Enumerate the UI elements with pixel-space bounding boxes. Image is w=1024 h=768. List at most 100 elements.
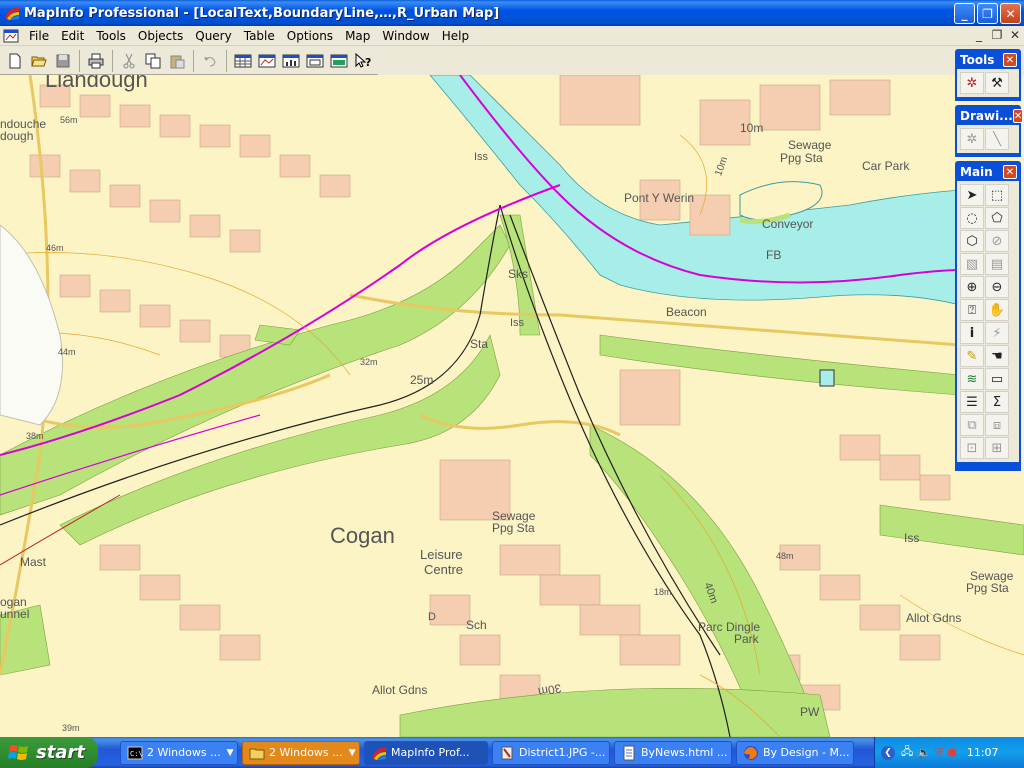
unselect-all-button[interactable]: ⊘	[985, 230, 1009, 252]
zoom-out-button[interactable]: ⊖	[985, 276, 1009, 298]
drag-map-button[interactable]: ⊞	[985, 437, 1009, 459]
svg-text:C:\: C:\	[130, 750, 143, 758]
invert-selection-icon: ▧	[965, 256, 979, 272]
tray-expand-icon[interactable]: ❮	[881, 745, 895, 760]
polygon-select-button[interactable]: ⬠	[985, 207, 1009, 229]
layer-control-button[interactable]: ≋	[960, 368, 984, 390]
tools-palette[interactable]: Tools ✕ ✲ ⚒	[955, 49, 1021, 101]
task-firefox-bydesign[interactable]: By Design - M...	[736, 740, 854, 765]
speaker-icon[interactable]: 🔈	[917, 746, 931, 759]
maximize-button[interactable]: ❐	[977, 3, 998, 24]
mdi-restore-button[interactable]: ❐	[990, 28, 1004, 42]
clock[interactable]: 11:07	[967, 746, 999, 759]
label-25m: 25m	[410, 373, 434, 387]
boundary-select-button[interactable]: ⬡	[960, 230, 984, 252]
zoom-in-button[interactable]: ⊕	[960, 276, 984, 298]
security-icon[interactable]: ⬢	[947, 746, 957, 759]
menu-query[interactable]: Query	[189, 29, 237, 43]
new-layout-button[interactable]	[304, 50, 326, 72]
drag-window-button[interactable]: ☚	[985, 345, 1009, 367]
menu-objects[interactable]: Objects	[132, 29, 189, 43]
print-button[interactable]	[85, 50, 107, 72]
symbol-tool-button[interactable]: ✲	[960, 128, 984, 150]
grabber-button[interactable]: ✋	[985, 299, 1009, 321]
show-legend-button[interactable]: ☰	[960, 391, 984, 413]
network-icon[interactable]: 🖧	[901, 743, 913, 762]
help-pointer-button[interactable]: ?	[352, 50, 374, 72]
marquee-select-button[interactable]: ⬚	[985, 184, 1009, 206]
graph-select-button[interactable]: ▤	[985, 253, 1009, 275]
new-redistricter-button[interactable]	[328, 50, 350, 72]
label-sks: Sks	[508, 267, 529, 281]
info-tool-button[interactable]: i	[960, 322, 984, 344]
menu-map[interactable]: Map	[339, 29, 376, 43]
radius-select-button[interactable]: ◌	[960, 207, 984, 229]
open-button[interactable]	[28, 50, 50, 72]
set-target-district-button[interactable]: ⧉	[960, 414, 984, 436]
line-tool-button[interactable]: ╲	[985, 128, 1009, 150]
chevron-down-icon: ▼	[226, 747, 234, 758]
task-label: ByNews.html ...	[641, 746, 728, 759]
change-view-icon: ⍰	[968, 302, 976, 318]
new-browser-button[interactable]	[232, 50, 254, 72]
select-tool-button[interactable]: ➤	[960, 184, 984, 206]
map-document-icon[interactable]	[3, 28, 19, 44]
cut-button[interactable]	[118, 50, 140, 72]
main-palette-header[interactable]: Main ✕	[957, 163, 1019, 181]
menu-options[interactable]: Options	[281, 29, 339, 43]
menu-edit[interactable]: Edit	[55, 29, 90, 43]
hotlink-button[interactable]: ⚡	[985, 322, 1009, 344]
run-tool-button[interactable]: ✲	[960, 72, 984, 94]
menu-file[interactable]: File	[23, 29, 55, 43]
task-explorer-windows[interactable]: 2 Windows ... ▼	[242, 740, 360, 765]
tools-palette-close-button[interactable]: ✕	[1003, 53, 1017, 67]
drawing-palette-close-button[interactable]: ✕	[1012, 109, 1024, 123]
new-grapher-button[interactable]	[280, 50, 302, 72]
new-redistricter-icon	[330, 54, 348, 67]
start-button[interactable]: start	[0, 737, 98, 768]
save-button[interactable]	[52, 50, 74, 72]
statistics-button[interactable]: Σ	[985, 391, 1009, 413]
drawing-palette[interactable]: Drawi... ✕ ✲ ╲	[955, 105, 1024, 157]
menu-table[interactable]: Table	[238, 29, 281, 43]
label-44m: 44m	[58, 347, 76, 357]
drawing-palette-header[interactable]: Drawi... ✕	[957, 107, 1024, 125]
main-palette[interactable]: Main ✕ ➤ ⬚ ◌ ⬠ ⬡ ⊘ ▧ ▤ ⊕ ⊖ ⍰ ✋ i ⚡ ✎ ☚ ≋…	[955, 161, 1021, 471]
tools-palette-header[interactable]: Tools ✕	[957, 51, 1019, 69]
assign-district-button[interactable]: ⧈	[985, 414, 1009, 436]
task-paint-district[interactable]: District1.JPG -...	[492, 740, 610, 765]
paste-button[interactable]	[166, 50, 188, 72]
task-cmd-windows[interactable]: C:\ 2 Windows ... ▼	[120, 740, 238, 765]
change-view-button[interactable]: ⍰	[960, 299, 984, 321]
menu-help[interactable]: Help	[436, 29, 475, 43]
label-tool-button[interactable]: ✎	[960, 345, 984, 367]
minimize-button[interactable]: _	[954, 3, 975, 24]
main-palette-close-button[interactable]: ✕	[1003, 165, 1017, 179]
svg-text:?: ?	[365, 56, 371, 69]
task-mapinfo[interactable]: MapInfo Prof...	[364, 740, 488, 765]
new-mapper-button[interactable]	[256, 50, 278, 72]
label-tool-icon: ✎	[966, 348, 978, 364]
menu-tools[interactable]: Tools	[90, 29, 132, 43]
task-notepad-bynews[interactable]: ByNews.html ...	[614, 740, 732, 765]
copy-button[interactable]	[142, 50, 164, 72]
tools-palette-title: Tools	[960, 53, 995, 67]
undo-button[interactable]	[199, 50, 221, 72]
tool-manager-button[interactable]: ⚒	[985, 72, 1009, 94]
window-titlebar[interactable]: MapInfo Professional - [LocalText,Bounda…	[0, 0, 1024, 26]
map-canvas[interactable]	[0, 75, 1024, 737]
new-button[interactable]	[4, 50, 26, 72]
main-palette-title: Main	[960, 165, 993, 179]
ruler-button[interactable]: ▭	[985, 368, 1009, 390]
map-window[interactable]: Llandough ndouche dough 56m 46m 44m 38m …	[0, 75, 1024, 737]
invert-selection-button[interactable]: ▧	[960, 253, 984, 275]
tools-palette-body: ✲ ⚒	[957, 69, 1019, 97]
mdi-minimize-button[interactable]: _	[972, 28, 986, 42]
mdi-close-button[interactable]: ✕	[1008, 28, 1022, 42]
menu-window[interactable]: Window	[376, 29, 435, 43]
label-sch: Sch	[466, 618, 487, 632]
label-56m: 56m	[60, 115, 78, 125]
shield-icon[interactable]: ⛨	[935, 746, 943, 760]
clip-region-button[interactable]: ⊡	[960, 437, 984, 459]
close-button[interactable]: ✕	[1000, 3, 1021, 24]
